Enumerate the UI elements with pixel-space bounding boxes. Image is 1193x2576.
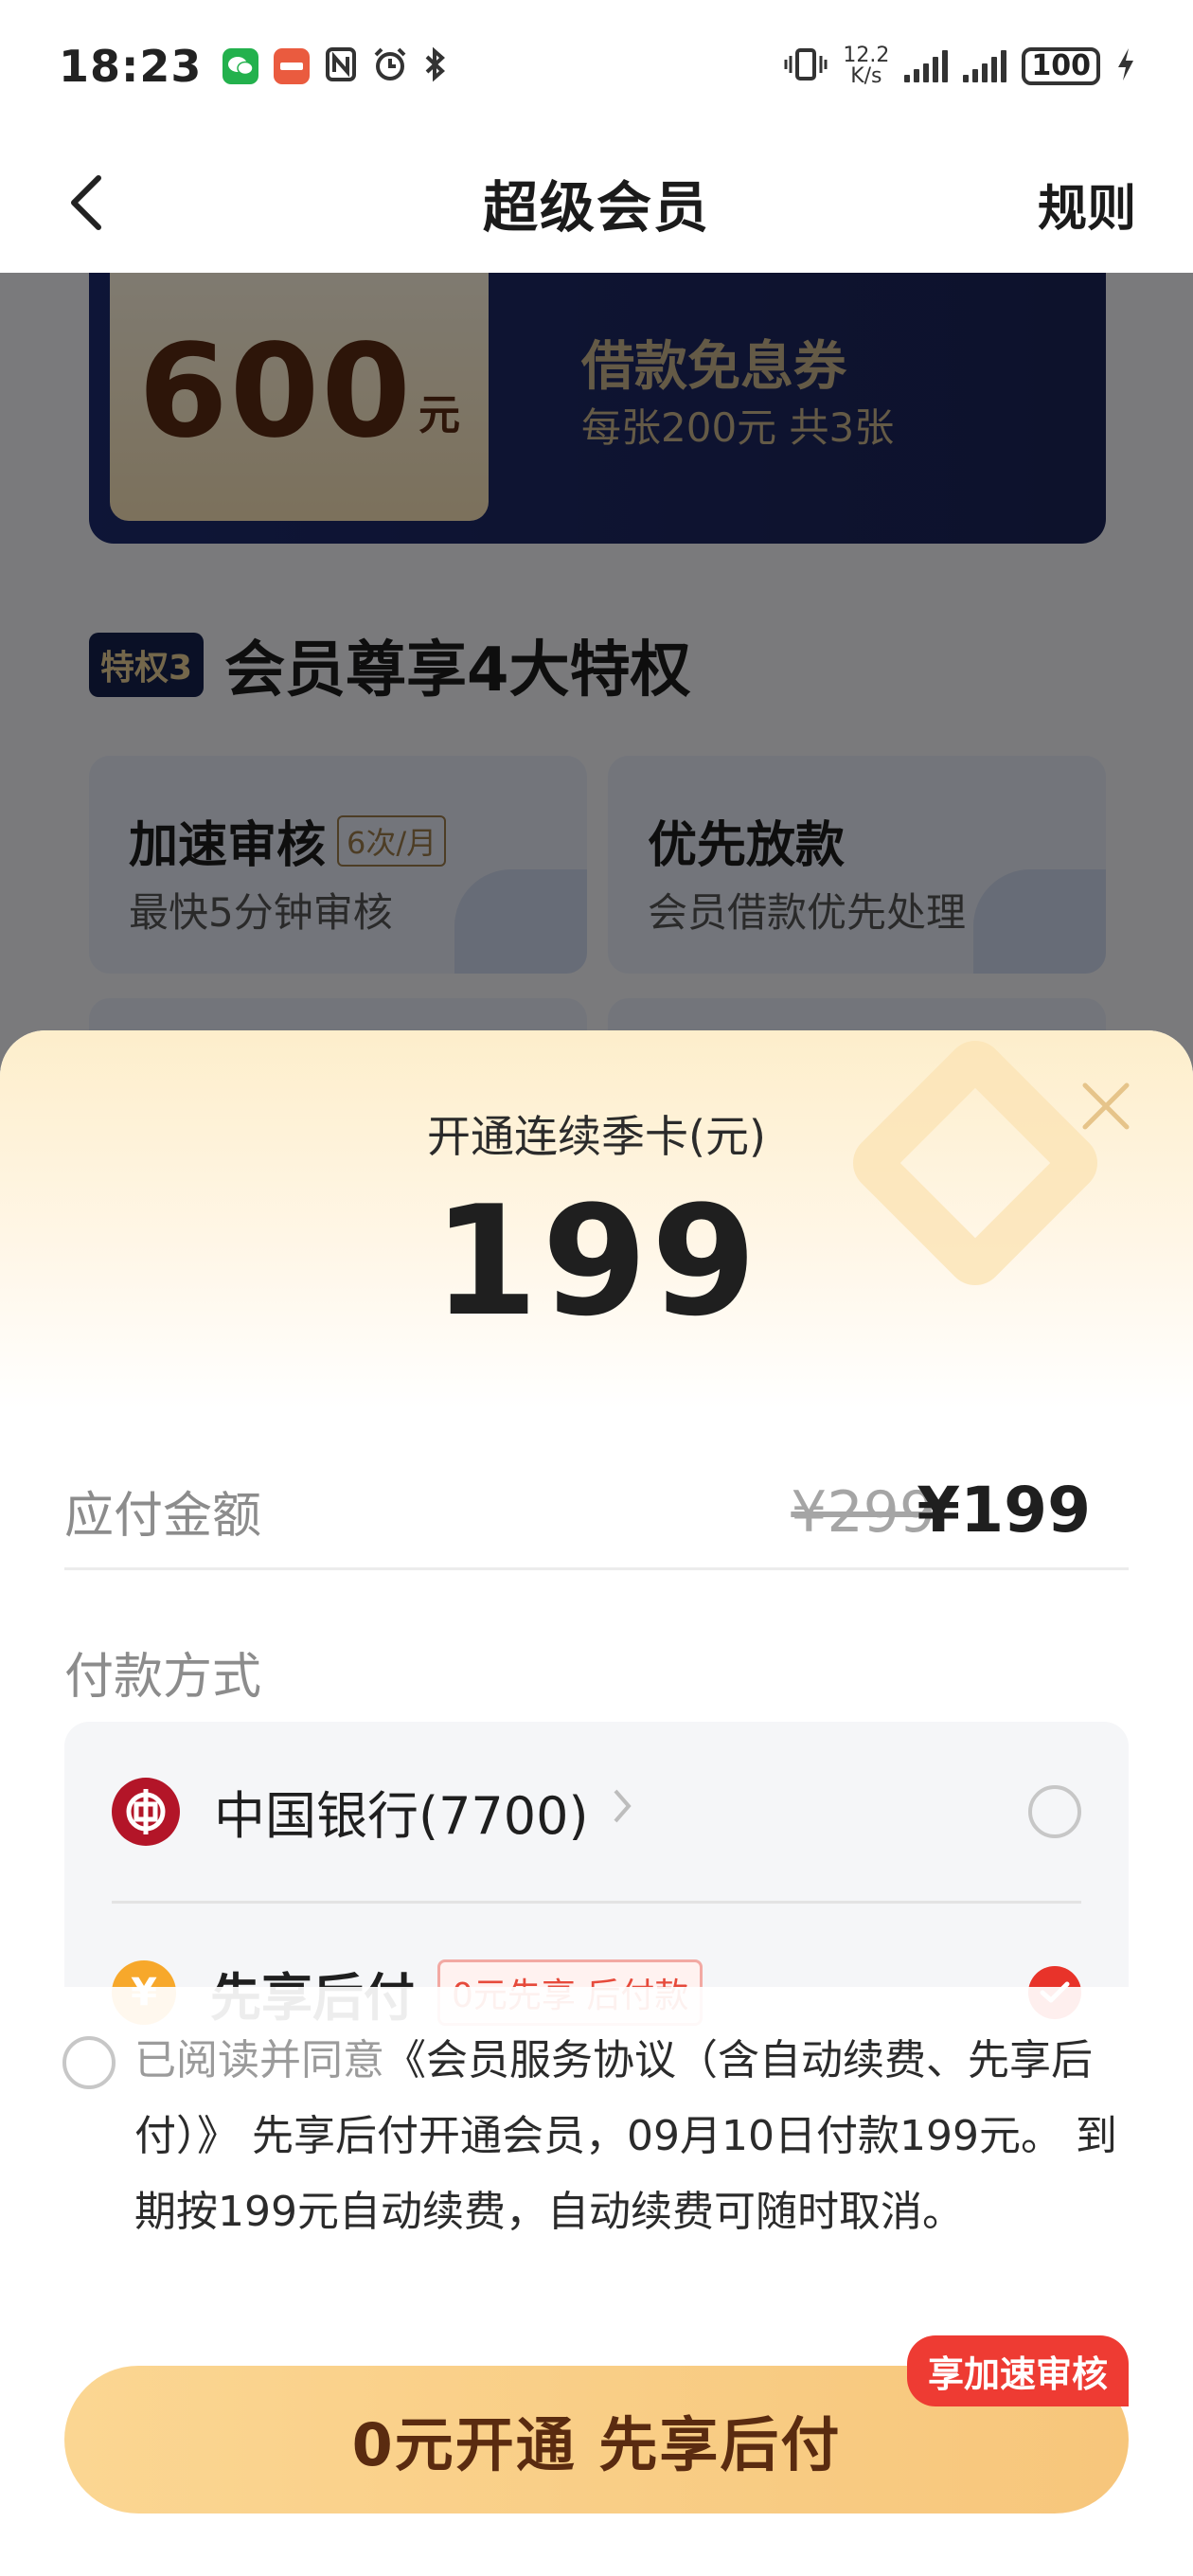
notification-icons	[223, 46, 448, 86]
signal-sim1-icon	[904, 50, 949, 82]
net-speed-unit: K/s	[850, 64, 882, 88]
chevron-right-icon	[612, 1787, 632, 1835]
plan-label: 开通连续季卡(元)	[427, 1111, 766, 1162]
agreement-prefix: 已阅读并同意	[134, 2036, 384, 2084]
vibrate-icon	[784, 46, 828, 86]
activate-button[interactable]: 0元开通 先享后付 享加速审核	[64, 2335, 1129, 2513]
activate-button-label: 0元开通 先享后付	[351, 2410, 842, 2479]
payment-method-bank[interactable]: 中国银行(7700)	[112, 1722, 1081, 1904]
nfc-icon	[325, 46, 357, 86]
fast-review-badge: 享加速审核	[906, 2335, 1129, 2406]
payable-amount-row: 应付金额 ¥299 ¥199	[64, 1447, 1129, 1570]
agreement-text: 已阅读并同意《会员服务协议（含自动续费、先享后付）》 先享后付开通会员，09月1…	[134, 2023, 1119, 2250]
bank-of-china-icon	[112, 1777, 180, 1846]
payment-method-name: 中国银行(7700)	[214, 1786, 589, 1846]
payment-bottom-sheet: 开通连续季卡(元) 199 应付金额 ¥299 ¥199 付款方式 中国银行(7…	[0, 1030, 1193, 2576]
rules-link[interactable]: 规则	[1038, 169, 1136, 240]
status-time: 18:23	[59, 41, 203, 92]
payment-method-label: 付款方式	[64, 1649, 262, 1706]
current-price: ¥199	[917, 1474, 1091, 1547]
charging-icon	[1115, 46, 1136, 86]
navigation-bar: 超级会员 规则	[0, 133, 1193, 273]
payable-amount-label: 应付金额	[64, 1488, 262, 1545]
net-speed-value: 12.2	[843, 44, 890, 67]
signal-sim2-icon	[963, 50, 1007, 82]
bank-radio-button[interactable]	[1028, 1784, 1081, 1838]
agreement-checkbox[interactable]	[62, 2036, 116, 2089]
alarm-icon	[372, 46, 408, 86]
network-speed: 12.2 K/s	[843, 45, 889, 87]
status-right-icons: 12.2 K/s 100	[784, 45, 1136, 87]
payment-app-icon	[274, 48, 311, 84]
status-bar: 18:23 12.2 K/s 100	[0, 0, 1193, 133]
plan-price: 199	[433, 1172, 760, 1350]
back-button[interactable]	[45, 163, 125, 242]
chevron-left-icon	[71, 175, 101, 230]
wechat-icon	[223, 48, 259, 84]
page-title: 超级会员	[482, 175, 710, 240]
battery-indicator: 100	[1022, 47, 1100, 85]
bluetooth-icon	[423, 46, 448, 86]
original-price: ¥299	[791, 1479, 935, 1546]
